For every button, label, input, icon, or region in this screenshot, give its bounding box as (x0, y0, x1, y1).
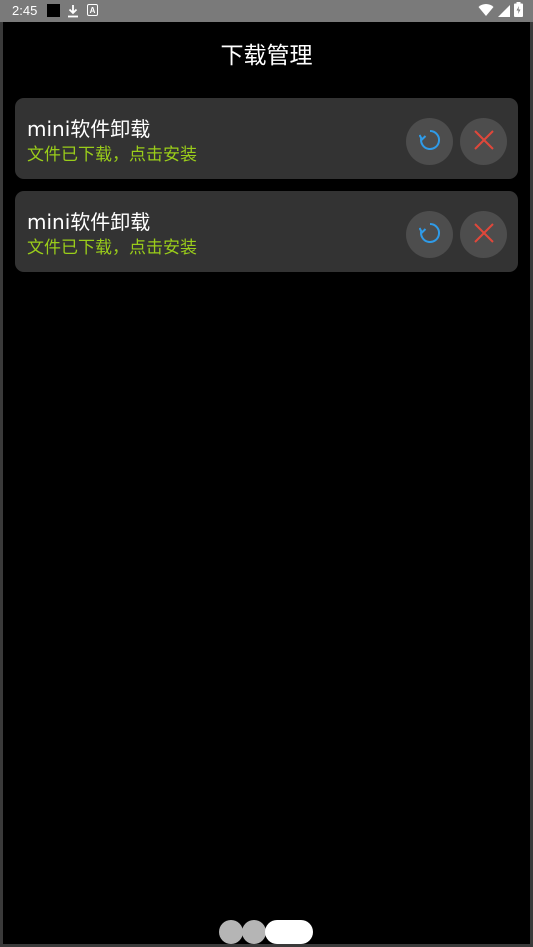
a-notification-icon: A (87, 4, 98, 16)
nav-dot[interactable] (242, 920, 266, 944)
status-bar: 2:45 A (0, 0, 533, 22)
download-item-status[interactable]: 文件已下载，点击安装 (27, 144, 197, 166)
notification-app-icon (47, 4, 60, 17)
delete-button[interactable] (460, 118, 507, 165)
refresh-icon (418, 222, 441, 248)
wifi-icon (478, 2, 494, 21)
download-notification-icon (67, 3, 79, 18)
nav-dot[interactable] (219, 920, 243, 944)
download-item-status[interactable]: 文件已下载，点击安装 (27, 237, 197, 259)
navigation-indicator[interactable] (219, 920, 313, 944)
close-icon (473, 129, 494, 154)
download-item[interactable]: mini软件卸载 文件已下载，点击安装 (15, 191, 518, 272)
delete-button[interactable] (460, 211, 507, 258)
retry-button[interactable] (406, 211, 453, 258)
page-title: 下载管理 (220, 43, 313, 69)
battery-icon (514, 1, 523, 21)
system-icons (478, 1, 523, 21)
retry-button[interactable] (406, 118, 453, 165)
close-icon (473, 222, 494, 247)
download-item-name: mini软件卸载 (27, 210, 151, 234)
download-item-name: mini软件卸载 (27, 117, 151, 141)
download-item[interactable]: mini软件卸载 文件已下载，点击安装 (15, 98, 518, 179)
status-time: 2:45 (12, 3, 38, 18)
nav-pill-active[interactable] (265, 920, 313, 944)
refresh-icon (418, 129, 441, 155)
signal-icon (498, 2, 510, 21)
download-manager-screen: 下载管理 mini软件卸载 文件已下载，点击安装 mini软件卸载 文件已下载，… (3, 22, 530, 944)
